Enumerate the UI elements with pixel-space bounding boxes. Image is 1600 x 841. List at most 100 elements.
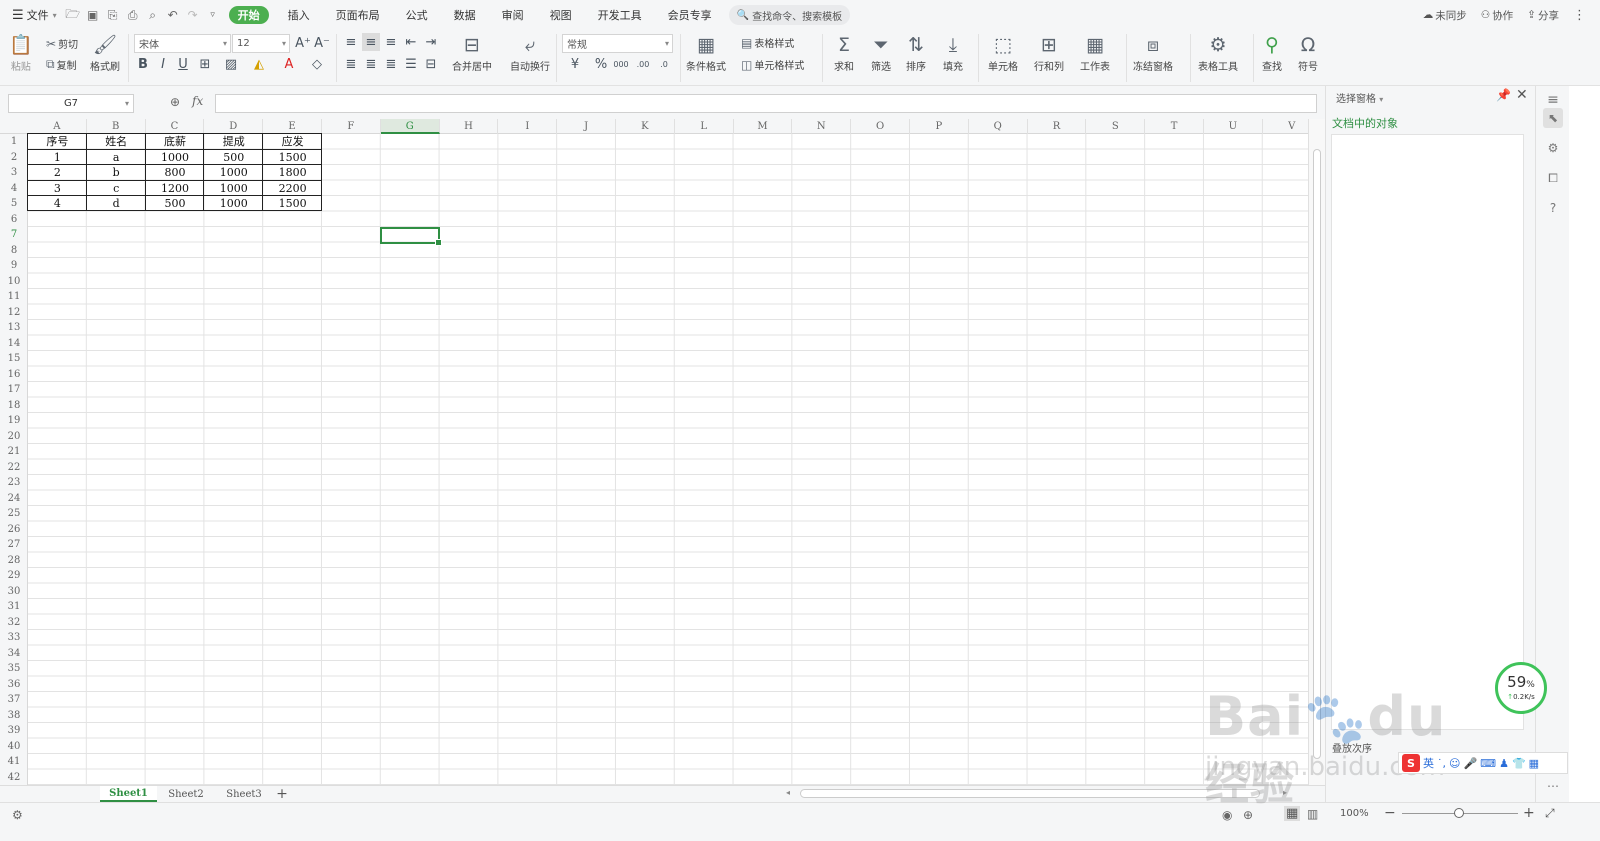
column-header[interactable]: H	[440, 119, 499, 134]
column-header[interactable]: E	[263, 119, 322, 134]
tab-home[interactable]: 开始	[228, 6, 269, 24]
column-header[interactable]: G	[380, 119, 440, 134]
settings-icon[interactable]: ⚙	[1543, 138, 1563, 158]
clear-icon[interactable]: ◇	[308, 55, 326, 73]
font-size-select[interactable]: 12 ▾	[232, 34, 290, 53]
fill-pattern-icon[interactable]: ▨	[222, 55, 240, 73]
row-header[interactable]: 22	[0, 460, 28, 476]
fullscreen-icon[interactable]: ⤢	[1545, 806, 1555, 821]
row-header[interactable]: 42	[0, 770, 28, 786]
currency-icon[interactable]: ¥	[566, 55, 584, 73]
increase-font-icon[interactable]: A⁺	[294, 34, 312, 52]
sync-button[interactable]: ☁ 未同步	[1423, 8, 1467, 23]
print-preview-icon[interactable]: ⌕	[143, 0, 163, 30]
worksheet-button[interactable]: ▦ 工作表	[1080, 32, 1110, 73]
save-icon[interactable]: ▣	[83, 0, 103, 30]
row-header[interactable]: 34	[0, 646, 28, 662]
tab-view[interactable]: 视图	[537, 0, 585, 30]
cursor-select-icon[interactable]: ⬉	[1543, 108, 1563, 128]
border-icon[interactable]: ⊞	[196, 55, 214, 73]
fill-color-icon[interactable]: ◭	[250, 55, 268, 73]
row-header[interactable]: 18	[0, 398, 28, 414]
macro-icon[interactable]: ⚙	[12, 808, 23, 822]
row-header[interactable]: 25	[0, 506, 28, 522]
sum-button[interactable]: Σ 求和	[834, 32, 854, 73]
tab-member[interactable]: 会员专享	[655, 0, 725, 30]
tab-developer[interactable]: 开发工具	[585, 0, 655, 30]
column-header[interactable]: F	[322, 119, 381, 134]
freeze-panes-button[interactable]: ⧈ 冻结窗格	[1133, 32, 1173, 73]
table-style-button[interactable]: ▤ 表格样式	[741, 35, 794, 51]
row-header[interactable]: 17	[0, 382, 28, 398]
row-header[interactable]: 13	[0, 320, 28, 336]
fill-button[interactable]: ⤓ 填充	[943, 32, 963, 73]
column-header[interactable]: U	[1204, 119, 1263, 134]
row-header[interactable]: 30	[0, 584, 28, 600]
zoom-in-icon[interactable]: +	[1523, 805, 1535, 821]
column-header[interactable]: L	[675, 119, 734, 134]
row-header[interactable]: 35	[0, 661, 28, 677]
person-icon[interactable]: ♟	[1499, 757, 1509, 770]
row-header[interactable]: 31	[0, 599, 28, 615]
align-top-icon[interactable]: ≡	[342, 33, 360, 51]
row-header[interactable]: 39	[0, 723, 28, 739]
conditional-format-button[interactable]: ▦ 条件格式	[686, 32, 726, 73]
row-header[interactable]: 26	[0, 522, 28, 538]
underline-icon[interactable]: U	[174, 55, 192, 73]
column-header[interactable]: M	[734, 119, 793, 134]
menu-lines-icon[interactable]: ≡	[1543, 90, 1563, 110]
row-header[interactable]: 29	[0, 568, 28, 584]
export-icon[interactable]: ⎘	[103, 0, 123, 30]
apps-icon[interactable]: ▦	[1529, 757, 1539, 770]
align-right-icon[interactable]: ≣	[382, 55, 400, 73]
column-header[interactable]: V	[1263, 119, 1308, 134]
column-header[interactable]: N	[792, 119, 852, 134]
increase-decimal-icon[interactable]: .00	[634, 55, 652, 73]
percent-icon[interactable]: %	[592, 55, 610, 73]
network-speed-gauge[interactable]: 59% ↑0.2K/s	[1495, 662, 1547, 714]
decrease-font-icon[interactable]: A⁻	[313, 34, 331, 52]
column-header[interactable]: A	[28, 119, 87, 134]
keyboard-icon[interactable]: ⌨	[1480, 757, 1496, 770]
column-header[interactable]: C	[146, 119, 205, 134]
pin-icon[interactable]: 📌	[1496, 88, 1511, 102]
row-header[interactable]: 21	[0, 444, 28, 460]
ime-toolbar[interactable]: S 英 ˙, ☺ 🎤 ⌨ ♟ 👕 ▦	[1398, 752, 1568, 774]
formula-input[interactable]	[215, 94, 1317, 113]
row-header[interactable]: 16	[0, 367, 28, 383]
align-center-icon[interactable]: ≣	[362, 55, 380, 73]
number-format-select[interactable]: 常规 ▾	[562, 34, 673, 53]
align-bottom-icon[interactable]: ≡	[382, 33, 400, 51]
column-header[interactable]: Q	[969, 119, 1028, 134]
sort-button[interactable]: ⇅ 排序	[906, 32, 926, 73]
column-header[interactable]: J	[557, 119, 616, 134]
bold-icon[interactable]: B	[134, 55, 152, 73]
row-header[interactable]: 20	[0, 429, 28, 445]
share-button[interactable]: ⇪ 分享	[1527, 8, 1559, 23]
font-family-select[interactable]: 宋体 ▾	[134, 34, 231, 53]
row-header[interactable]: 27	[0, 537, 28, 553]
wrap-text-button[interactable]: ⤶ 自动换行	[510, 32, 550, 73]
row-header[interactable]: 7	[0, 227, 28, 243]
row-header[interactable]: 40	[0, 739, 28, 755]
column-header[interactable]: R	[1028, 119, 1087, 134]
rowcol-button[interactable]: ⊞ 行和列	[1034, 32, 1064, 73]
column-header[interactable]: K	[616, 119, 675, 134]
row-header[interactable]: 9	[0, 258, 28, 274]
filter-button[interactable]: ⏷ 筛选	[871, 32, 891, 73]
cell-area[interactable]	[28, 134, 1308, 785]
column-header[interactable]: O	[851, 119, 910, 134]
row-header[interactable]: 28	[0, 553, 28, 569]
row-header[interactable]: 32	[0, 615, 28, 631]
horizontal-scrollbar[interactable]	[800, 789, 1260, 798]
column-header[interactable]: P	[910, 119, 969, 134]
more-icon[interactable]: ⋮	[1573, 8, 1586, 23]
shapes-icon[interactable]: ⧠	[1543, 168, 1563, 188]
mic-icon[interactable]: 🎤	[1463, 757, 1477, 770]
indent-decrease-icon[interactable]: ⇤	[402, 33, 420, 51]
row-header[interactable]: 8	[0, 243, 28, 259]
row-header[interactable]: 36	[0, 677, 28, 693]
sheet-tab-3[interactable]: Sheet3	[215, 786, 273, 802]
symbol-button[interactable]: Ω 符号	[1298, 32, 1318, 73]
row-header[interactable]: 19	[0, 413, 28, 429]
